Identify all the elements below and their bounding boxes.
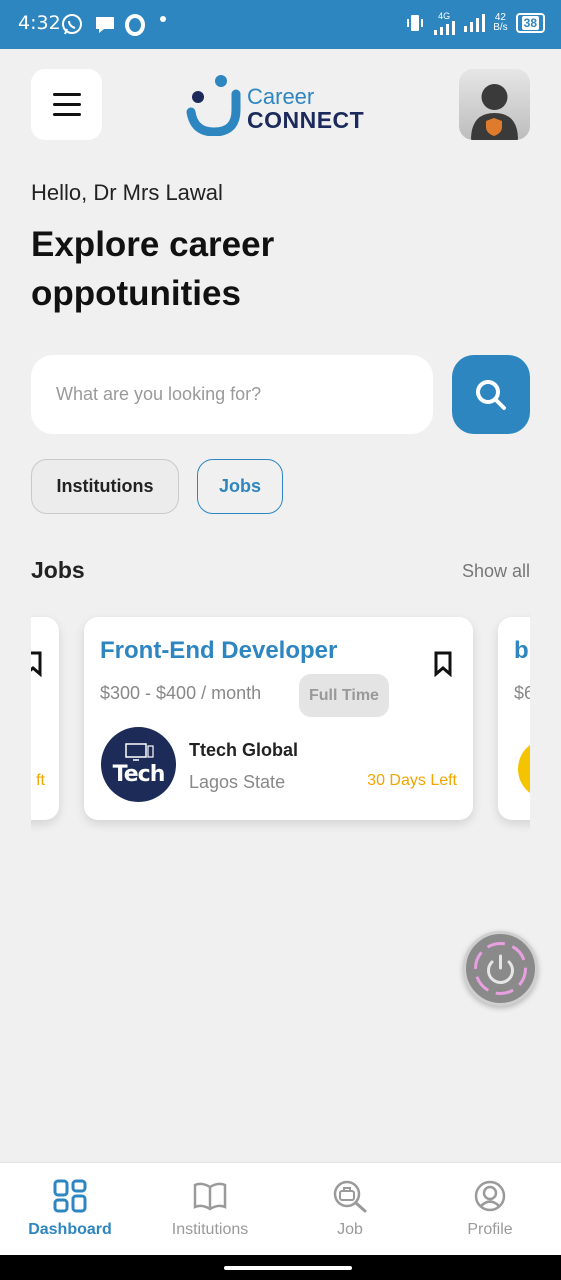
power-icon [474, 942, 527, 995]
bookmark-icon[interactable] [433, 651, 453, 677]
jobs-section-title: Jobs [31, 557, 85, 583]
search-icon [476, 379, 506, 410]
monitor-icon [124, 743, 154, 761]
jobs-carousel[interactable]: ft Front-End Developer $300 - $400 / mon… [31, 600, 530, 840]
menu-icon-line [52, 113, 81, 116]
network-type: 4G [438, 11, 451, 21]
nav-institutions-label: Institutions [171, 1221, 249, 1238]
battery-level: 38 [521, 16, 539, 30]
job-card[interactable]: Front-End Developer $300 - $400 / month … [84, 617, 473, 820]
system-navigation-bar [0, 1255, 561, 1280]
whatsapp-icon [62, 14, 82, 35]
app-logo: Career CONNECT [186, 72, 381, 136]
avatar-person-icon [471, 84, 518, 140]
job-type-badge: Full Time [299, 674, 389, 717]
job-card-previous[interactable]: ft [31, 617, 59, 820]
notification-dot-icon [160, 16, 166, 22]
job-salary: $300 - $400 / month [100, 683, 262, 703]
bookmark-icon[interactable] [31, 651, 43, 677]
status-bar: 4:32 4G 42 B/s 38 [0, 0, 561, 49]
greeting-text: Hello, Dr Mrs Lawal [31, 180, 223, 205]
nav-profile-label: Profile [467, 1221, 513, 1238]
network-speed: 42 B/s [493, 13, 507, 33]
filter-institutions[interactable]: Institutions [31, 459, 179, 514]
nav-job-label: Job [337, 1221, 363, 1238]
opera-icon [125, 14, 145, 36]
vibrate-icon [407, 15, 424, 31]
job-salary-partial: $6 [514, 683, 530, 703]
nav-job[interactable]: Job [280, 1163, 420, 1256]
nav-dashboard-label: Dashboard [28, 1221, 112, 1238]
company-logo-text: Tech [112, 762, 166, 787]
company-location: Lagos State [189, 772, 286, 792]
menu-button[interactable] [31, 69, 102, 140]
job-search-icon [333, 1180, 367, 1213]
user-avatar[interactable] [459, 69, 530, 140]
logo-mark-icon [186, 75, 241, 136]
network-signal: 4G [433, 11, 456, 35]
search-input[interactable] [56, 355, 416, 434]
signal-icon-2 [464, 14, 486, 32]
days-left: 30 Days Left [367, 772, 457, 789]
message-icon [96, 17, 114, 33]
filter-jobs[interactable]: Jobs [197, 459, 283, 514]
menu-icon [52, 93, 81, 96]
days-left-partial: ft [36, 772, 45, 789]
profile-icon [474, 1180, 506, 1212]
page-headline: Explore career oppotunities [31, 225, 275, 313]
status-time: 4:32 [18, 12, 61, 34]
job-title-partial: b [514, 637, 529, 664]
company-logo-partial [518, 739, 530, 799]
menu-icon-line [52, 103, 81, 106]
grid-icon [53, 1179, 87, 1213]
battery-icon: 38 [515, 13, 545, 33]
company-logo: Tech [101, 727, 176, 802]
nav-profile[interactable]: Profile [420, 1163, 560, 1256]
home-gesture-handle[interactable] [224, 1266, 352, 1270]
nav-institutions[interactable]: Institutions [140, 1163, 280, 1256]
book-icon [193, 1182, 227, 1211]
show-all-link[interactable]: Show all [462, 561, 530, 582]
signal-icon [434, 21, 456, 35]
status-right: 4G 42 B/s 38 [405, 11, 545, 35]
job-card-next[interactable]: b $6 [498, 617, 530, 820]
speed-unit: B/s [493, 22, 508, 33]
search-field[interactable] [31, 355, 433, 434]
search-button[interactable] [452, 355, 530, 434]
job-title: Front-End Developer [100, 637, 338, 664]
nav-dashboard[interactable]: Dashboard [0, 1163, 140, 1256]
bottom-navigation: Dashboard Institutions Job Profile [0, 1162, 561, 1255]
logo-connect-text: CONNECT [247, 107, 365, 133]
power-floating-button[interactable] [463, 931, 538, 1006]
company-name: Ttech Global [189, 740, 299, 760]
